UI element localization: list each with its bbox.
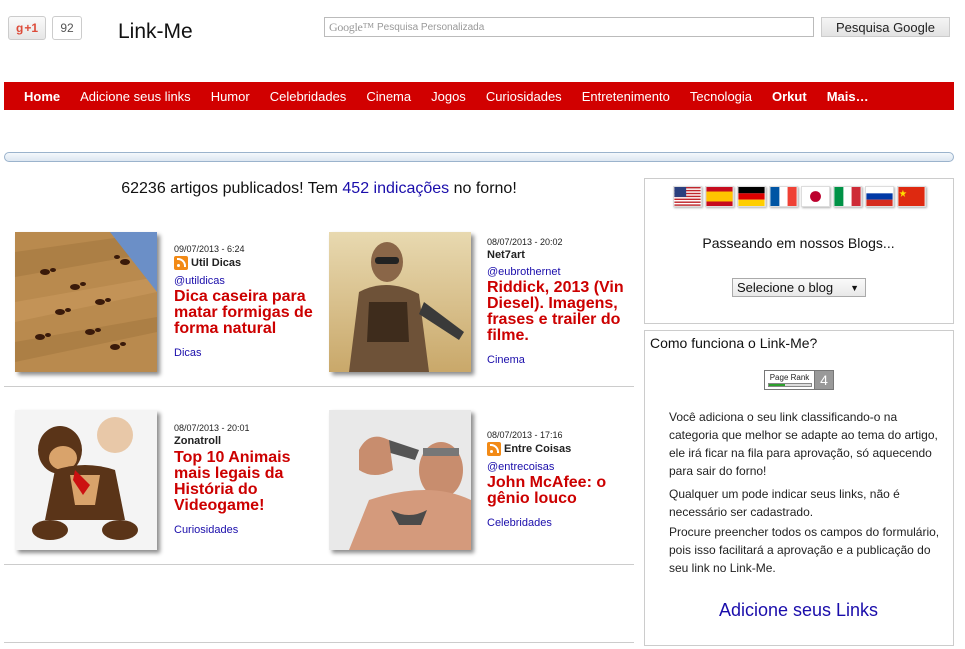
fr-flag-icon[interactable] [769,186,798,207]
article-handle[interactable]: @utildicas [174,275,225,287]
cn-flag-icon[interactable] [897,186,926,207]
nav-item-cinema[interactable]: Cinema [356,89,421,104]
us-flag-icon[interactable] [673,186,702,207]
search-placeholder: Pesquisa Personalizada [377,21,485,33]
mcafee-image [329,410,471,550]
article-thumbnail[interactable] [329,410,471,550]
article-title[interactable]: Dica caseira para matar formigas de form… [174,289,314,337]
row-divider [4,564,634,565]
row-divider [4,386,634,387]
article-date: 08/07/2013 - 17:16 [487,430,563,440]
stats-prefix: 62236 artigos publicados! Tem [121,180,343,197]
article-thumbnail[interactable] [329,232,471,372]
nav-item-jogos[interactable]: Jogos [421,89,476,104]
article-title[interactable]: Top 10 Animais mais legais da História d… [174,450,304,514]
pagerank-badge: Page Rank 4 [764,370,834,390]
article-title[interactable]: John McAfee: o gênio louco [487,475,627,507]
article-title[interactable]: Riddick, 2013 (Vin Diesel). Imagens, fra… [487,280,627,344]
article-source[interactable]: Util Dicas [174,256,241,270]
google-plus-icon: g [15,21,24,35]
stats-line: 62236 artigos publicados! Tem 452 indica… [4,180,634,198]
nav-item-celebridades[interactable]: Celebridades [260,89,357,104]
pagerank-left: Page Rank [765,371,815,389]
ants-image [15,232,157,372]
nav-item-home[interactable]: Home [14,89,70,104]
add-links-link[interactable]: Adicione seus Links [645,600,952,621]
source-name: Zonatroll [174,435,222,447]
pagerank-label: Page Rank [769,373,810,382]
article-category[interactable]: Cinema [487,354,525,366]
chevron-down-icon: ▼ [850,282,859,293]
riddick-image [329,232,471,372]
source-name: Util Dicas [191,257,242,269]
article-handle[interactable]: @entrecoisas [487,461,554,473]
article-thumbnail[interactable] [15,232,157,372]
pagerank-fill [768,384,786,386]
article-thumbnail[interactable] [15,410,157,550]
pagerank-value: 4 [815,371,833,389]
nav-item-tecnologia[interactable]: Tecnologia [680,89,762,104]
nav-item-entretenimento[interactable]: Entretenimento [572,89,680,104]
source-name: Net7art [487,249,525,261]
language-flags [673,186,926,207]
info-paragraph: Procure preencher todos os campos do for… [669,525,940,575]
es-flag-icon[interactable] [705,186,734,207]
info-paragraph: Qualquer um pode indicar seus links, não… [669,487,900,519]
nav-item-adicione-seus-links[interactable]: Adicione seus links [70,89,201,104]
site-title[interactable]: Link-Me [118,20,193,44]
article-category[interactable]: Celebridades [487,517,552,529]
decorative-bar [4,152,954,162]
main-nav: Home Adicione seus links Humor Celebridades… [4,82,954,110]
google-brand-label: Google™ [329,19,374,34]
plus-one-count: 92 [52,16,82,40]
ru-flag-icon[interactable] [865,186,894,207]
article-date: 08/07/2013 - 20:01 [174,423,250,433]
blog-select-value: Selecione o blog [737,280,834,295]
source-name: Entre Coisas [504,443,572,455]
article-category[interactable]: Curiosidades [174,524,238,536]
plus-one-label: +1 [24,21,39,35]
jp-flag-icon[interactable] [801,186,830,207]
article-source[interactable]: Zonatroll [174,435,221,447]
blog-select[interactable]: Selecione o blog ▼ [732,278,866,297]
pagerank-bar [767,383,812,387]
article-category[interactable]: Dicas [174,347,202,359]
indicacoes-link[interactable]: 452 indicações [342,180,449,197]
how-it-works-title: Como funciona o Link-Me? [650,335,818,351]
row-divider [4,642,634,643]
de-flag-icon[interactable] [737,186,766,207]
article-date: 09/07/2013 - 6:24 [174,244,245,254]
article-source[interactable]: Entre Coisas [487,442,571,456]
blogs-heading: Passeando em nossos Blogs... [702,235,895,251]
article-source[interactable]: Net7art [487,249,525,261]
rss-icon [174,256,188,270]
nav-item-curiosidades[interactable]: Curiosidades [476,89,572,104]
stats-suffix: no forno! [449,180,517,197]
search-button[interactable]: Pesquisa Google [821,17,950,37]
info-paragraph: Você adiciona o seu link classificando-o… [669,410,938,478]
it-flag-icon[interactable] [833,186,862,207]
article-handle[interactable]: @eubrothernet [487,266,561,278]
google-plus-one-button[interactable]: g +1 [8,16,46,40]
donkey-kong-image [15,410,157,550]
nav-item-orkut[interactable]: Orkut [762,89,817,104]
search-input[interactable]: Google™ Pesquisa Personalizada [324,17,814,37]
article-date: 08/07/2013 - 20:02 [487,237,563,247]
nav-item-humor[interactable]: Humor [201,89,260,104]
nav-item-mais[interactable]: Mais… [817,89,879,104]
rss-icon [487,442,501,456]
